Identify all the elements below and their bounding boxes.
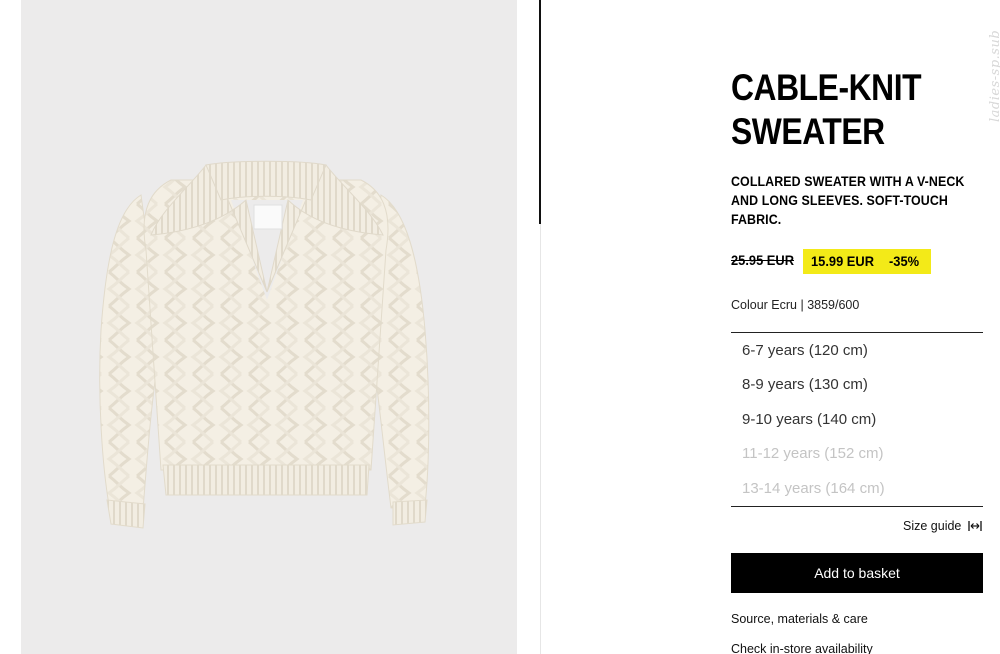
size-guide-link[interactable]: Size guide: [903, 519, 982, 534]
watermark-text: ladies-sp.sub: [988, 29, 1000, 122]
page-margin: [0, 0, 21, 654]
vertical-divider: [539, 0, 541, 224]
size-option-13-14[interactable]: 13-14 years (164 cm): [742, 480, 885, 497]
add-to-basket-button[interactable]: Add to basket: [731, 553, 983, 593]
size-option-11-12[interactable]: 11-12 years (152 cm): [742, 445, 883, 462]
sale-price: 15.99 EUR: [811, 253, 875, 269]
product-title-line-2: SWEATER: [731, 111, 885, 152]
discount-badge: -35%: [889, 253, 920, 269]
original-price: 25.95 EUR: [731, 252, 795, 268]
product-image[interactable]: [21, 0, 517, 654]
product-title: CABLE-KNIT SWEATER: [731, 66, 980, 154]
size-list-top-border: [731, 332, 983, 333]
store-availability-link[interactable]: Check in-store availability: [731, 642, 873, 654]
product-description: COLLARED SWEATER WITH A V-NECK AND LONG …: [731, 174, 965, 227]
size-guide-label: Size guide: [903, 519, 962, 533]
colour-reference: Colour Ecru | 3859/600: [731, 298, 860, 312]
product-title-line-1: CABLE-KNIT: [731, 67, 922, 108]
ruler-arrows-icon: [968, 520, 982, 534]
materials-care-link[interactable]: Source, materials & care: [731, 612, 868, 626]
sweater-image: [99, 160, 430, 529]
size-list-bottom-border: [731, 506, 983, 507]
vertical-divider-light: [540, 224, 541, 654]
size-option-6-7[interactable]: 6-7 years (120 cm): [742, 342, 868, 359]
size-option-8-9[interactable]: 8-9 years (130 cm): [742, 376, 868, 393]
size-option-9-10[interactable]: 9-10 years (140 cm): [742, 411, 876, 428]
